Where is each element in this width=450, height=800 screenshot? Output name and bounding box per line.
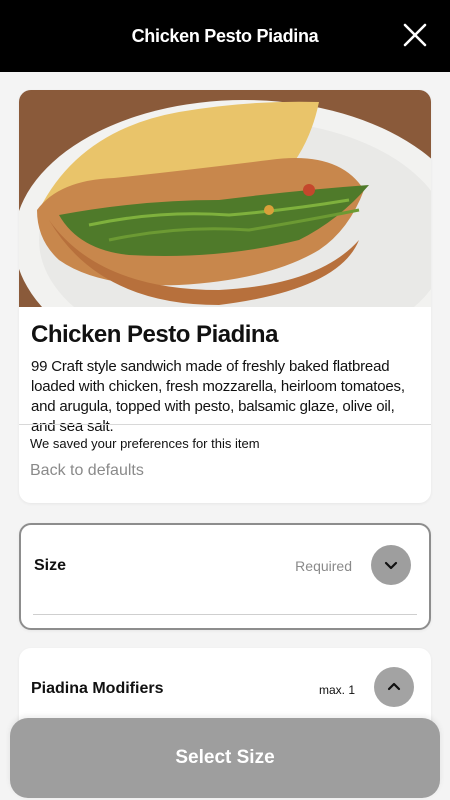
select-size-button[interactable]: Select Size	[10, 718, 440, 798]
modifiers-option-title: Piadina Modifiers	[31, 680, 164, 697]
size-option-group[interactable]: Size Required	[19, 523, 431, 630]
item-name: Chicken Pesto Piadina	[31, 321, 278, 348]
close-icon	[403, 23, 427, 47]
top-bar: Chicken Pesto Piadina	[0, 0, 450, 72]
modifiers-collapse-button[interactable]	[374, 667, 414, 707]
item-photo	[19, 90, 431, 307]
divider	[19, 424, 431, 425]
close-button[interactable]	[402, 22, 428, 48]
page-title: Chicken Pesto Piadina	[131, 25, 319, 46]
size-option-title: Size	[34, 557, 67, 574]
chevron-down-icon	[384, 561, 398, 570]
size-divider	[33, 614, 417, 615]
size-expand-button[interactable]	[371, 545, 411, 585]
chevron-up-icon	[387, 682, 401, 691]
max-selection-label: max. 1	[318, 683, 355, 697]
required-label: Required	[295, 558, 352, 574]
item-card: Chicken Pesto Piadina 99 Craft style san…	[19, 90, 431, 503]
preferences-note: We saved your preferences for this item	[30, 436, 260, 451]
back-to-defaults-link[interactable]: Back to defaults	[30, 462, 144, 480]
